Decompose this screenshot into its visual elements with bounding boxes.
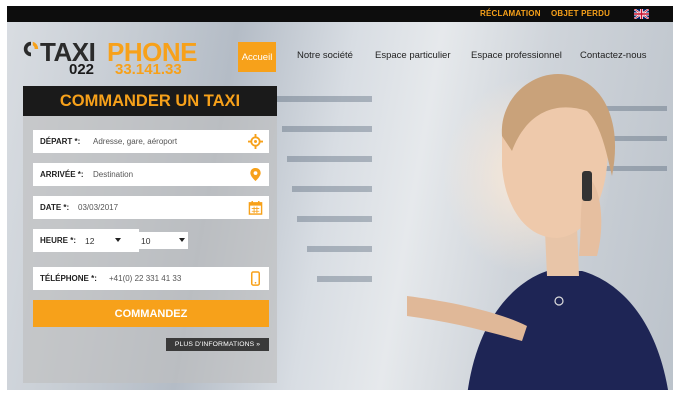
- mobile-phone-icon: [251, 271, 260, 286]
- commandez-button[interactable]: COMMANDEZ: [33, 300, 269, 327]
- minute-select[interactable]: 10: [138, 232, 188, 249]
- building-stripe: [282, 126, 372, 132]
- building-stripe: [292, 186, 372, 192]
- map-pin-icon: [250, 167, 261, 182]
- taxi-logo-icon: [23, 41, 39, 57]
- top-bar: RÉCLAMATION OBJET PERDU: [7, 6, 673, 22]
- building-stripe: [277, 96, 372, 102]
- chevron-down-icon: [115, 238, 121, 242]
- order-taxi-panel: COMMANDER UN TAXI DÉPART *: Adresse, gar…: [23, 86, 277, 383]
- plus-informations-button[interactable]: PLUS D'INFORMATIONS »: [166, 338, 269, 351]
- order-title: COMMANDER UN TAXI: [23, 86, 277, 116]
- building-stripe: [317, 276, 372, 282]
- heure-label: HEURE *:: [40, 236, 77, 245]
- building-stripe: [287, 156, 372, 162]
- logo-phone-number: 33.141.33: [115, 61, 182, 78]
- nav-espace-particulier[interactable]: Espace particulier: [375, 50, 451, 61]
- depart-input[interactable]: Adresse, gare, aéroport: [93, 137, 177, 146]
- date-input[interactable]: 03/03/2017: [78, 203, 118, 212]
- objet-perdu-link[interactable]: OBJET PERDU: [551, 9, 610, 18]
- hour-value: 12: [85, 236, 95, 246]
- arrivee-field[interactable]: ARRIVÉE *: Destination: [33, 163, 269, 186]
- telephone-label: TÉLÉPHONE *:: [40, 274, 97, 283]
- arrivee-input[interactable]: Destination: [93, 170, 133, 179]
- chevron-down-icon: [179, 238, 185, 242]
- time-separator: :: [132, 235, 135, 245]
- nav-accueil[interactable]: Accueil: [238, 42, 276, 72]
- uk-flag-icon[interactable]: [634, 9, 649, 19]
- reclamation-link[interactable]: RÉCLAMATION: [480, 9, 541, 18]
- nav-notre-societe[interactable]: Notre société: [297, 50, 353, 61]
- telephone-field[interactable]: TÉLÉPHONE *: +41(0) 22 331 41 33: [33, 267, 269, 290]
- minute-value: 10: [141, 236, 151, 246]
- logo-prefix: 022: [69, 61, 95, 78]
- nav-espace-professionnel[interactable]: Espace professionnel: [471, 50, 562, 61]
- date-label: DATE *:: [40, 203, 70, 212]
- building-stripe: [307, 246, 372, 252]
- telephone-input[interactable]: +41(0) 22 331 41 33: [109, 274, 181, 283]
- woman-on-phone-photo: [407, 74, 668, 390]
- hour-select[interactable]: 12: [82, 232, 124, 249]
- calendar-icon[interactable]: [248, 200, 263, 215]
- hero-background: RÉCLAMATION OBJET PERDU TAXI PHONE 022 3…: [7, 6, 673, 390]
- depart-label: DÉPART *:: [40, 137, 81, 146]
- heure-field: HEURE *: 12 : 10: [33, 229, 269, 252]
- crosshair-icon[interactable]: [248, 134, 263, 149]
- building-stripe: [297, 216, 372, 222]
- arrivee-label: ARRIVÉE *:: [40, 170, 84, 179]
- depart-field[interactable]: DÉPART *: Adresse, gare, aéroport: [33, 130, 269, 153]
- nav-contactez-nous[interactable]: Contactez-nous: [580, 50, 647, 61]
- date-field[interactable]: DATE *: 03/03/2017: [33, 196, 269, 219]
